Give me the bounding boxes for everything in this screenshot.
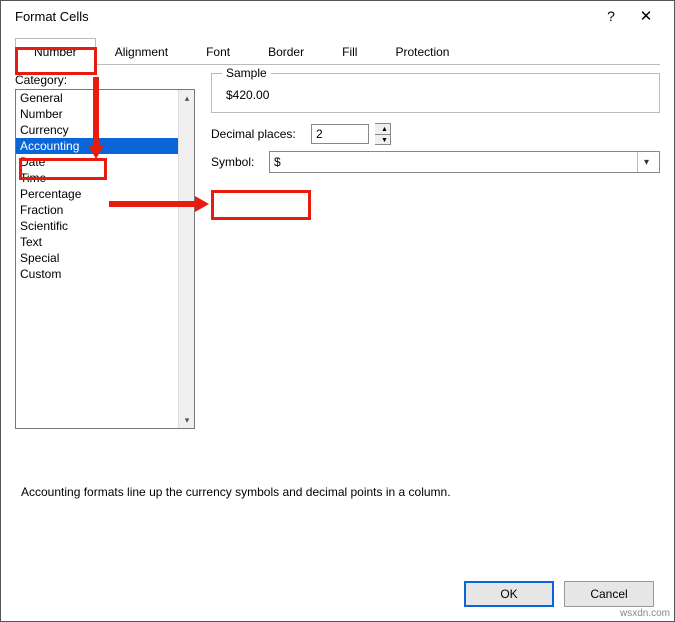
decimal-label: Decimal places: xyxy=(211,127,305,141)
dialog-buttons: OK Cancel xyxy=(464,581,654,607)
tab-fill[interactable]: Fill xyxy=(323,38,376,65)
window-title: Format Cells xyxy=(15,9,596,24)
scroll-up-icon[interactable]: ▴ xyxy=(179,90,195,106)
spin-up-button[interactable]: ▲ xyxy=(375,124,390,134)
tab-border[interactable]: Border xyxy=(249,38,323,65)
decimal-spinner: ▲ ▼ xyxy=(375,123,391,145)
titlebar: Format Cells ? ✕ xyxy=(1,1,674,27)
list-item[interactable]: Percentage xyxy=(16,186,178,202)
category-label: Category: xyxy=(15,73,195,87)
tab-alignment[interactable]: Alignment xyxy=(96,38,187,65)
list-item[interactable]: Time xyxy=(16,170,178,186)
list-item[interactable]: Special xyxy=(16,250,178,266)
cancel-button[interactable]: Cancel xyxy=(564,581,654,607)
close-button[interactable]: ✕ xyxy=(626,7,666,25)
symbol-row: Symbol: $ ▾ xyxy=(211,151,660,173)
decimal-input[interactable]: 2 xyxy=(311,124,369,144)
decimal-row: Decimal places: 2 ▲ ▼ xyxy=(211,123,660,145)
category-panel: Category: General Number Currency Accoun… xyxy=(15,73,195,429)
tab-protection[interactable]: Protection xyxy=(376,38,468,65)
list-item[interactable]: Text xyxy=(16,234,178,250)
sample-group: Sample $420.00 xyxy=(211,73,660,113)
tab-strip: Number Alignment Font Border Fill Protec… xyxy=(15,37,660,65)
ok-button[interactable]: OK xyxy=(464,581,554,607)
spin-down-button[interactable]: ▼ xyxy=(375,134,390,144)
settings-panel: Sample $420.00 Decimal places: 2 ▲ ▼ Sym… xyxy=(211,73,660,429)
scroll-down-icon[interactable]: ▾ xyxy=(179,412,195,428)
symbol-dropdown[interactable]: $ ▾ xyxy=(269,151,660,173)
sample-value: $420.00 xyxy=(226,88,649,102)
sample-label: Sample xyxy=(222,66,271,80)
symbol-value: $ xyxy=(274,155,281,169)
tab-content: Category: General Number Currency Accoun… xyxy=(1,65,674,437)
scrollbar[interactable]: ▴ ▾ xyxy=(178,90,194,428)
help-button[interactable]: ? xyxy=(596,8,626,24)
watermark: wsxdn.com xyxy=(620,608,670,619)
symbol-label: Symbol: xyxy=(211,155,263,169)
arrow-annotation xyxy=(109,201,197,207)
arrow-right-icon xyxy=(195,196,209,212)
arrow-annotation xyxy=(93,77,99,147)
list-item[interactable]: Scientific xyxy=(16,218,178,234)
list-item[interactable]: Custom xyxy=(16,266,178,282)
chevron-down-icon[interactable]: ▾ xyxy=(637,152,655,172)
tab-number[interactable]: Number xyxy=(15,38,96,65)
format-description: Accounting formats line up the currency … xyxy=(21,485,654,499)
arrow-down-icon xyxy=(88,145,104,159)
tab-font[interactable]: Font xyxy=(187,38,249,65)
category-listbox[interactable]: General Number Currency Accounting Date … xyxy=(15,89,195,429)
